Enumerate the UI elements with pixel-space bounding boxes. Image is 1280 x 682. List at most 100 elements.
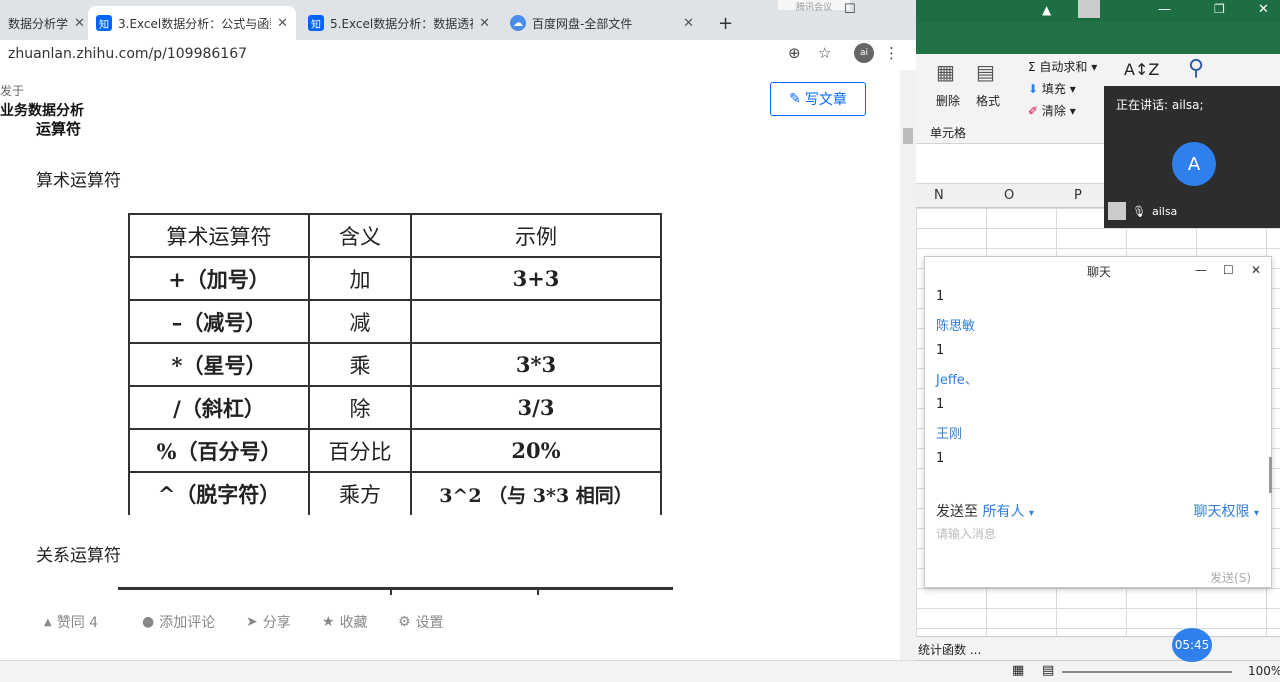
search-icon[interactable]: ⚲: [1188, 56, 1204, 81]
tab-label: 3.Excel数据分析：公式与函数: [118, 16, 272, 31]
delete-button[interactable]: 删除: [936, 92, 960, 109]
close-icon[interactable]: ✕: [68, 16, 84, 31]
cells-group-label: 单元格: [930, 126, 967, 140]
meeting-timer[interactable]: 05:45: [1172, 628, 1212, 662]
microphone-icon: 🎙: [1132, 204, 1146, 218]
relational-subheading: 关系运算符: [36, 546, 121, 566]
tab-label: 百度网盘-全部文件: [532, 16, 633, 31]
maximize-icon[interactable]: ☐: [844, 2, 856, 17]
table-header: 含义: [308, 213, 412, 258]
delete-cells-icon[interactable]: ▦: [936, 60, 955, 84]
zhihu-icon: 知: [308, 15, 324, 31]
chevron-down-icon: ▾: [1069, 82, 1076, 96]
url-text[interactable]: zhuanlan.zhihu.com/p/109986167: [8, 46, 247, 62]
chat-sender[interactable]: 陈思敏: [936, 315, 975, 334]
browser-window: 数据分析学 ✕ 知 3.Excel数据分析：公式与函数 ✕ 知 5.Excel数…: [0, 0, 916, 682]
minimize-icon[interactable]: —: [1195, 263, 1207, 277]
address-bar[interactable]: zhuanlan.zhihu.com/p/109986167 ⊕ ☆ ⋮: [0, 40, 916, 70]
close-icon[interactable]: ✕: [1251, 263, 1261, 277]
restore-icon[interactable]: ❐: [1214, 2, 1225, 16]
settings-button[interactable]: ⚙ 设置: [398, 612, 444, 632]
column-header-o[interactable]: O: [1004, 188, 1014, 203]
format-button[interactable]: 格式: [976, 92, 1000, 109]
table-cell: –（减号）: [128, 299, 310, 344]
tab-data-analysis[interactable]: 数据分析学 ✕: [0, 6, 84, 40]
autosum-button[interactable]: Σ 自动求和 ▾: [1028, 58, 1097, 75]
table-row: ^（脱字符） 乘方 3^2 （与 3*3 相同）: [128, 471, 662, 515]
cloud-icon: ☁: [510, 15, 526, 31]
table-row: *（星号） 乘 3*3: [128, 342, 662, 387]
excel-ribbon-header: 👤 共享: [916, 22, 1280, 71]
chat-message: 1: [936, 451, 945, 466]
table-cell: *（星号）: [128, 342, 310, 387]
maximize-icon[interactable]: ☐: [1223, 263, 1234, 277]
settings-label: 设置: [415, 615, 444, 631]
share-button[interactable]: ➤ 分享: [246, 612, 291, 632]
table-cell: 乘方: [308, 471, 412, 515]
table-row: +（加号） 加 3+3: [128, 256, 662, 301]
close-icon[interactable]: ✕: [677, 16, 694, 31]
comment-icon: ●: [142, 614, 155, 630]
table-cell: 20%: [410, 428, 662, 473]
chevron-down-icon: ▾: [1253, 508, 1259, 519]
close-icon[interactable]: ✕: [271, 16, 288, 31]
column-header-p[interactable]: P: [1074, 188, 1082, 203]
tab-baidu-pan[interactable]: ☁ 百度网盘-全部文件 ✕: [502, 6, 702, 40]
warning-icon: ▲: [1042, 3, 1052, 17]
chat-sender[interactable]: 王刚: [936, 423, 962, 442]
close-icon[interactable]: ✕: [1258, 2, 1269, 17]
operator-table: 算术运算符 含义 示例 +（加号） 加 3+3 –（减号） 减 *（星号） 乘 …: [128, 213, 662, 515]
minimize-icon[interactable]: —: [1158, 2, 1171, 17]
sort-filter-icon[interactable]: A↕Z: [1124, 60, 1159, 79]
zoom-icon[interactable]: ⊕: [788, 44, 801, 62]
chat-permissions-button[interactable]: 聊天权限 ▾: [1194, 501, 1259, 521]
share-label: 分享: [262, 615, 291, 631]
upvote-button[interactable]: ▲ 赞同 4: [44, 612, 98, 632]
chat-scrollbar[interactable]: [1269, 457, 1272, 493]
participant-avatar: A: [1172, 142, 1216, 186]
table-cell: [410, 299, 662, 344]
format-cells-icon[interactable]: ▤: [976, 60, 995, 84]
zoom-level[interactable]: 100%: [1248, 664, 1280, 678]
participant-name: ailsa: [1151, 204, 1178, 218]
table-header: 算术运算符: [128, 213, 310, 258]
zoom-slider[interactable]: [1062, 671, 1232, 673]
tab-label: 数据分析学: [8, 16, 69, 31]
chevron-down-icon: ▾: [1028, 508, 1034, 519]
write-article-button[interactable]: ✎ 写文章: [770, 82, 866, 116]
profile-avatar[interactable]: ai: [854, 43, 874, 63]
scroll-thumb[interactable]: [903, 128, 913, 144]
column-title[interactable]: 业务数据分析: [0, 100, 84, 120]
upvote-icon: ▲: [44, 616, 52, 628]
new-tab-button[interactable]: +: [710, 6, 740, 40]
clear-button[interactable]: ✐ 清除 ▾: [1028, 102, 1076, 119]
table-cell: 减: [308, 299, 412, 344]
bookmark-star-icon[interactable]: ☆: [818, 44, 831, 62]
page-scrollbar[interactable]: [900, 70, 916, 660]
tab-excel-formulas[interactable]: 知 3.Excel数据分析：公式与函数 ✕: [88, 6, 296, 40]
table-row: %（百分号） 百分比 20%: [128, 428, 662, 473]
collect-button[interactable]: ★ 收藏: [322, 612, 368, 632]
fill-button[interactable]: ⬇ 填充 ▾: [1028, 80, 1076, 97]
page-layout-icon[interactable]: ▤: [1042, 663, 1054, 678]
table-cell: 3+3: [410, 256, 662, 301]
table-cell: 除: [308, 385, 412, 430]
section-heading: 运算符: [36, 120, 82, 138]
close-icon[interactable]: ✕: [473, 16, 490, 31]
comment-button[interactable]: ● 添加评论: [142, 612, 215, 632]
normal-view-icon[interactable]: ▦: [1012, 663, 1024, 678]
send-to-selector[interactable]: 发送至 所有人 ▾: [936, 501, 1034, 521]
chat-sender[interactable]: Jeffe、: [936, 369, 978, 388]
tab-excel-pivot[interactable]: 知 5.Excel数据分析：数据透视 ✕: [300, 6, 498, 40]
tab-label: 5.Excel数据分析：数据透视: [330, 16, 474, 31]
chat-input[interactable]: 请输入消息: [936, 525, 996, 542]
sigma-icon: Σ: [1028, 60, 1036, 74]
user-avatar[interactable]: [1078, 0, 1100, 18]
send-button[interactable]: 发送(S): [1210, 569, 1251, 586]
meeting-video-panel: 正在讲话: ailsa; A 🎙 ailsa: [1104, 86, 1280, 228]
menu-dots-icon[interactable]: ⋮: [884, 44, 899, 62]
column-header-n[interactable]: N: [934, 188, 944, 203]
share-icon: ➤: [246, 614, 258, 630]
table-row: –（减号） 减: [128, 299, 662, 344]
sheet-tab[interactable]: 统计函数 ...: [918, 641, 981, 658]
